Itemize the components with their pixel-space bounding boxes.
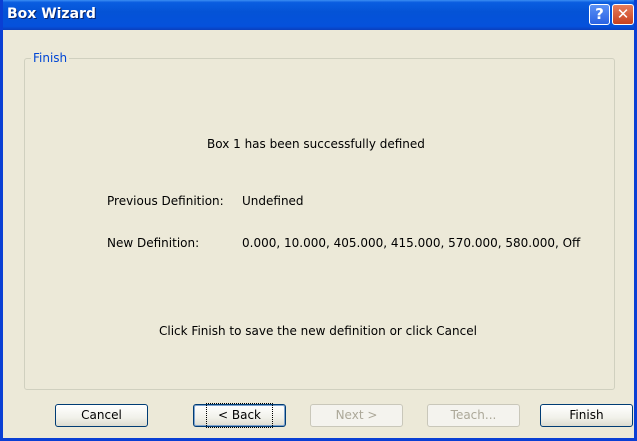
new-definition-label: New Definition:: [107, 236, 200, 250]
teach-button[interactable]: Teach...: [427, 404, 520, 427]
teach-button-label: Teach...: [450, 408, 497, 422]
cancel-button[interactable]: Cancel: [55, 404, 148, 427]
next-button[interactable]: Next >: [310, 404, 403, 427]
close-icon[interactable]: ✕: [612, 4, 634, 25]
success-message: Box 1 has been successfully defined: [207, 137, 425, 151]
cancel-button-label: Cancel: [81, 408, 122, 422]
dialog-content: Finish Box 1 has been successfully defin…: [3, 30, 634, 438]
finish-button-label: Finish: [569, 408, 604, 422]
window-title: Box Wizard: [7, 6, 96, 22]
back-button-label: < Back: [205, 403, 274, 428]
help-icon[interactable]: ?: [589, 4, 610, 25]
groupbox-label: Finish: [31, 51, 70, 65]
finish-button[interactable]: Finish: [540, 404, 633, 427]
box-wizard-window: Box Wizard ? ✕ Finish Box 1 has been suc…: [0, 0, 637, 441]
finish-groupbox: Finish: [24, 51, 615, 390]
footer-instruction: Click Finish to save the new definition …: [159, 324, 477, 338]
next-button-label: Next >: [335, 408, 378, 422]
back-button[interactable]: < Back: [193, 403, 286, 428]
new-definition-value: 0.000, 10.000, 405.000, 415.000, 570.000…: [242, 236, 581, 250]
previous-definition-value: Undefined: [242, 194, 304, 208]
previous-definition-label: Previous Definition:: [107, 194, 224, 208]
title-bar[interactable]: Box Wizard ? ✕: [3, 0, 634, 30]
